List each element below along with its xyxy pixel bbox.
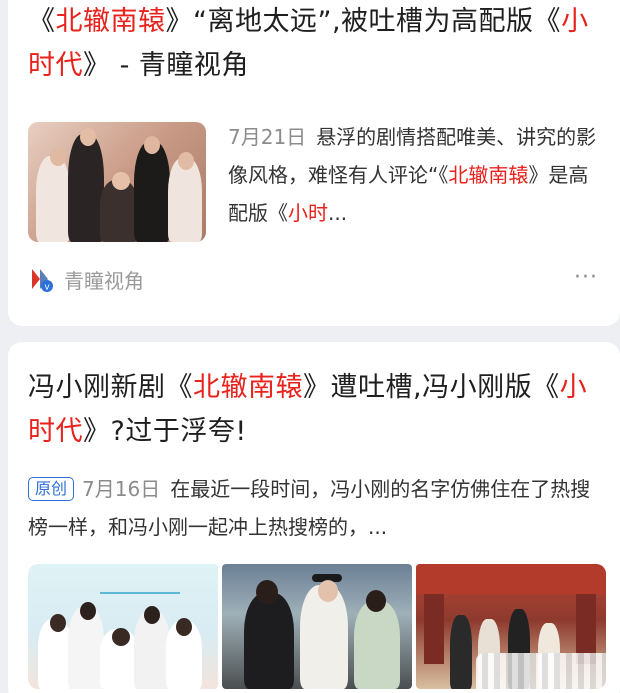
result-title-2[interactable]: 冯小刚新剧《北辙南辕》遭吐槽,冯小刚版《小时代》?过于浮夸! (28, 366, 603, 454)
title-text: 》?过于浮夸! (83, 416, 247, 447)
svg-text:v: v (44, 283, 50, 293)
title-text: 》“离地太远”,被吐槽为高配版《 (165, 6, 562, 37)
original-badge: 原创 (28, 477, 75, 501)
gallery-image-2[interactable] (222, 564, 412, 689)
watermark (476, 653, 606, 689)
title-text: 冯小刚新剧《 (28, 372, 193, 403)
title-text: 《 (28, 6, 56, 37)
source-logo-icon: v (26, 265, 54, 293)
snippet-keyword: 北辙南辕 (448, 163, 529, 187)
title-text: 》遭吐槽,冯小刚版《 (303, 372, 560, 403)
more-options-icon[interactable]: ··· (574, 267, 598, 289)
publish-date: 7月16日 (82, 477, 161, 501)
title-text: 》 - 青瞳视角 (83, 50, 249, 81)
gallery-image-3[interactable] (416, 564, 606, 689)
snippet-text: ... (328, 201, 348, 225)
publish-date: 7月21日 (228, 125, 307, 149)
result-snippet: 7月21日 悬浮的剧情搭配唯美、讲究的影像风格，难怪有人评论“《北辙南辕》是高配版… (228, 118, 608, 232)
search-result-card-2[interactable]: 冯小刚新剧《北辙南辕》遭吐槽,冯小刚版《小时代》?过于浮夸! 原创 7月16日 在最… (8, 342, 620, 693)
title-keyword: 北辙南辕 (55, 6, 166, 37)
snippet-keyword: 小时 (288, 201, 328, 225)
result-snippet: 原创 7月16日 在最近一段时间，冯小刚的名字仿佛住在了热搜榜一样，和冯小刚一起冲上… (28, 470, 608, 546)
title-keyword: 北辙南辕 (193, 372, 303, 403)
search-result-card-1[interactable]: 《北辙南辕》“离地太远”,被吐槽为高配版《小时代》 - 青瞳视角 7月21日 悬浮… (8, 0, 620, 326)
gallery-image-1[interactable] (28, 564, 218, 689)
result-thumbnail[interactable] (28, 122, 206, 242)
image-gallery (28, 564, 606, 689)
source-name: 青瞳视角 (64, 268, 144, 293)
result-title-1[interactable]: 《北辙南辕》“离地太远”,被吐槽为高配版《小时代》 - 青瞳视角 (28, 0, 603, 88)
source-row[interactable]: v 青瞳视角 (26, 264, 144, 294)
